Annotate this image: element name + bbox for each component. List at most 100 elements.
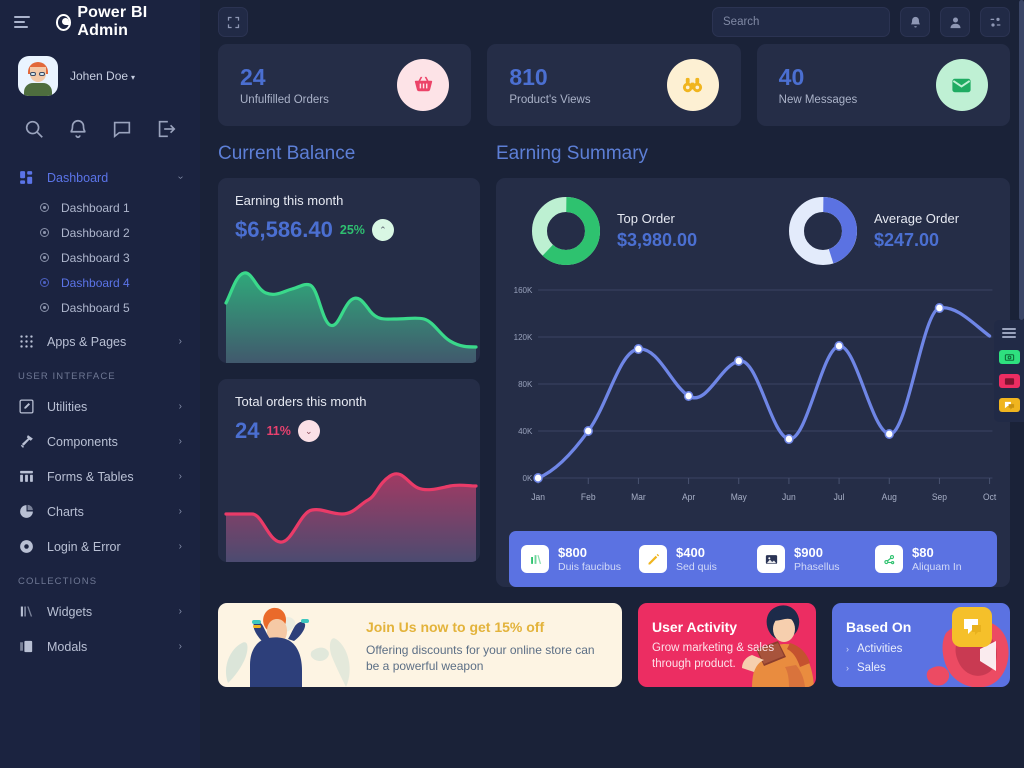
- sidebar-item-charts[interactable]: Charts ›: [0, 494, 200, 529]
- stat-value: 810: [509, 64, 548, 91]
- sidebar-subitem-label: Dashboard 2: [61, 225, 130, 240]
- chat-icon[interactable]: [111, 118, 133, 140]
- sidebar-item-label: Widgets: [47, 604, 93, 619]
- strip-item-phasellus[interactable]: $900 Phasellus: [757, 545, 867, 573]
- bell-icon[interactable]: [67, 118, 89, 140]
- svg-text:Oct: Oct: [983, 492, 997, 502]
- stat-card-product-views[interactable]: 810 Product's Views: [487, 44, 741, 126]
- sidebar-item-widgets[interactable]: Widgets ›: [0, 594, 200, 629]
- stat-cards: 24 Unfulfilled Orders 810 Product's View…: [218, 44, 1010, 126]
- promo-list: › Activities › Sales: [846, 643, 996, 674]
- strip-item-aliquam-in[interactable]: $80 Aliquam In: [875, 545, 985, 573]
- promo-title: Join Us now to get 15% off: [366, 619, 545, 635]
- promo-card-join-us[interactable]: Join Us now to get 15% off Offering disc…: [218, 603, 622, 687]
- pencil-square-icon: [18, 398, 35, 415]
- bell-icon[interactable]: [900, 7, 930, 37]
- sidebar-item-label: Modals: [47, 639, 88, 654]
- sidebar-item-login-error[interactable]: Login & Error ›: [0, 529, 200, 564]
- svg-text:Mar: Mar: [631, 492, 646, 502]
- photo-chip-icon[interactable]: [998, 374, 1020, 388]
- user-icon[interactable]: [940, 7, 970, 37]
- pencil-icon: [639, 545, 667, 573]
- bar-chart-icon: [521, 545, 549, 573]
- strip-value: $80: [912, 545, 934, 560]
- earning-summary-panel: Top Order $3,980.00 Average Order $247.0…: [496, 178, 1010, 587]
- topbar: [200, 0, 1024, 50]
- search-input[interactable]: [723, 16, 877, 28]
- dot-icon: [40, 278, 49, 287]
- strip-item-duis-faucibus[interactable]: $800 Duis faucibus: [521, 545, 631, 573]
- sidebar-toggle-icon[interactable]: [14, 16, 30, 28]
- promo-subtitle: Offering discounts for your online store…: [366, 643, 595, 674]
- dashboard-submenu: Dashboard 1 Dashboard 2 Dashboard 3 Dash…: [0, 195, 200, 324]
- svg-text:Jul: Jul: [834, 492, 845, 502]
- page-title-earning-summary: Earning Summary: [496, 143, 649, 164]
- sidebar-item-apps-pages[interactable]: Apps & Pages ›: [0, 324, 200, 359]
- sidebar-item-dashboard-3[interactable]: Dashboard 3: [0, 245, 200, 270]
- stat-card-new-messages[interactable]: 40 New Messages: [756, 44, 1010, 126]
- chevron-down-icon[interactable]: ▾: [131, 73, 135, 82]
- earning-sparkline-chart: [224, 271, 478, 363]
- sidebar-item-dashboard[interactable]: Dashboard ›: [0, 160, 200, 195]
- strip-label: Phasellus: [794, 561, 840, 573]
- sidebar-item-label: Components: [47, 434, 118, 449]
- earning-line-chart: 160K 120K 80K 40K 0K Jan Feb Mar Apr May…: [514, 286, 997, 502]
- sidebar-item-utilities[interactable]: Utilities ›: [0, 389, 200, 424]
- chevron-right-icon: ›: [178, 401, 182, 412]
- donut-label: Top Order: [617, 211, 675, 226]
- strip-item-sed-quis[interactable]: $400 Sed quis: [639, 545, 749, 573]
- earning-line-chart-box[interactable]: 160K 120K 80K 40K 0K Jan Feb Mar Apr May…: [496, 272, 1010, 521]
- search-icon[interactable]: [23, 118, 45, 140]
- settings-nodes-icon[interactable]: [980, 7, 1010, 37]
- float-toolbar: [994, 320, 1024, 422]
- scrollbar-thumb[interactable]: [1019, 0, 1024, 320]
- donut-row: Top Order $3,980.00 Average Order $247.0…: [496, 178, 1010, 272]
- chevron-down-icon: ›: [174, 175, 186, 180]
- sidebar-item-components[interactable]: Components ›: [0, 424, 200, 459]
- apps-icon: [18, 333, 35, 350]
- expand-icon[interactable]: [218, 7, 248, 37]
- image-icon: [757, 545, 785, 573]
- sidebar-item-label: Forms & Tables: [47, 469, 134, 484]
- hamburger-icon[interactable]: [1002, 328, 1016, 338]
- search-box[interactable]: [712, 7, 905, 50]
- sidebar-subitem-label: Dashboard 1: [61, 200, 130, 215]
- sidebar-header: Power BI Admin: [0, 0, 200, 44]
- sidebar-item-label: Dashboard: [47, 170, 109, 185]
- strip-label: Duis faucibus: [558, 561, 622, 573]
- total-orders-card[interactable]: Total orders this month 24 11% ⌄: [218, 379, 480, 562]
- current-balance-column: Current Balance Earning this month $6,58…: [218, 143, 480, 587]
- table-icon: [18, 468, 35, 485]
- molecule-icon: [875, 545, 903, 573]
- earning-this-month-card[interactable]: Earning this month $6,586.40 25% ⌃: [218, 178, 480, 363]
- donut-average-order[interactable]: Average Order $247.00: [753, 196, 1010, 266]
- promo-card-user-activity[interactable]: User Activity Grow marketing & sales thr…: [638, 603, 816, 687]
- promo-list-item-activities[interactable]: › Activities: [846, 643, 996, 655]
- stat-label: New Messages: [778, 93, 858, 106]
- promo-list-item-sales[interactable]: › Sales: [846, 662, 996, 674]
- trend-down-icon: ⌄: [297, 420, 320, 442]
- money-chip-icon[interactable]: [998, 350, 1020, 364]
- sidebar-item-dashboard-2[interactable]: Dashboard 2: [0, 220, 200, 245]
- logout-icon[interactable]: [155, 118, 177, 140]
- stat-card-unfulfilled-orders[interactable]: 24 Unfulfilled Orders: [218, 44, 472, 126]
- sidebar-item-dashboard-5[interactable]: Dashboard 5: [0, 295, 200, 320]
- chat-chip-icon[interactable]: [998, 398, 1020, 412]
- top-order-donut-chart: [532, 197, 600, 265]
- sidebar-profile[interactable]: Johen Doe ▾: [0, 44, 200, 110]
- sidebar-item-dashboard-4[interactable]: Dashboard 4: [0, 270, 200, 295]
- sidebar-item-forms-tables[interactable]: Forms & Tables ›: [0, 459, 200, 494]
- sidebar-section-user-interface: USER INTERFACE: [18, 371, 116, 382]
- promo-title: User Activity: [652, 619, 738, 635]
- promo-card-based-on[interactable]: Based On › Activities › Sales: [832, 603, 1010, 687]
- grid-icon: [18, 169, 35, 186]
- brand[interactable]: Power BI Admin: [56, 4, 186, 40]
- sidebar-item-modals[interactable]: Modals ›: [0, 629, 200, 664]
- circle-dot-icon: [18, 538, 35, 555]
- sidebar-item-dashboard-1[interactable]: Dashboard 1: [0, 195, 200, 220]
- earning-percent: 25%: [339, 223, 365, 237]
- donut-top-order[interactable]: Top Order $3,980.00: [496, 196, 753, 266]
- sidebar-section-collections: COLLECTIONS: [18, 576, 98, 587]
- donut-value: $3,980.00: [617, 230, 698, 250]
- dashboard-columns: Current Balance Earning this month $6,58…: [218, 143, 1010, 587]
